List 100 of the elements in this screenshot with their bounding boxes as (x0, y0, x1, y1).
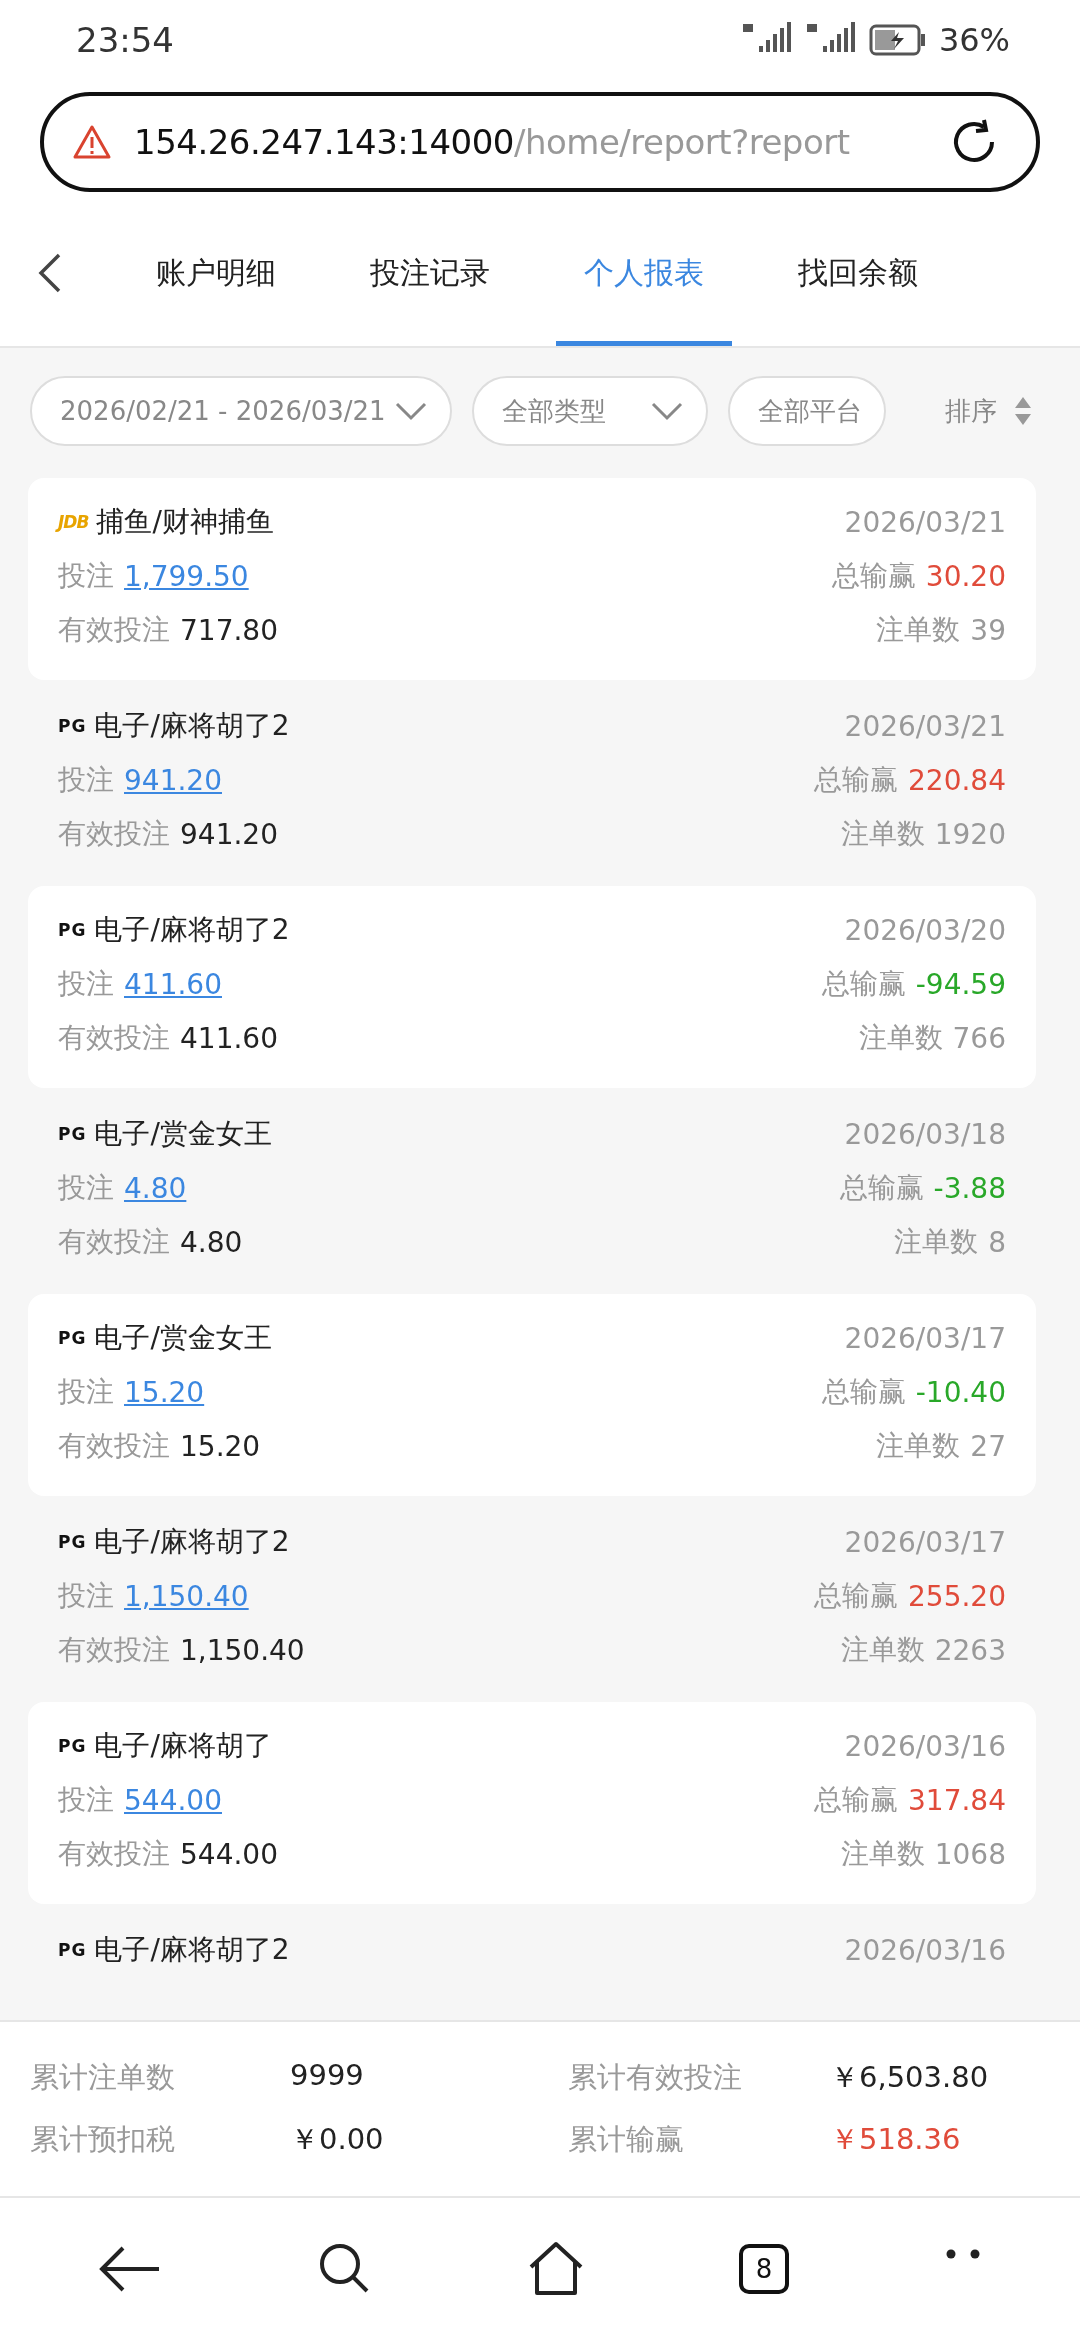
valid-bet-value: 1,150.40 (180, 1633, 305, 1667)
game-name: 电子/赏金女王 (94, 1116, 272, 1152)
summary-label: 累计输赢 (568, 2121, 685, 2158)
bet-count-label: 注单数 (840, 1632, 925, 1668)
bet-label: 投注 (58, 762, 114, 798)
result-label: 总输赢 (814, 762, 898, 798)
bet-count-label: 注单数 (876, 1428, 961, 1464)
bet-count-label: 注单数 (894, 1224, 979, 1260)
valid-bet-value: 941.20 (180, 817, 278, 851)
sort-icon (1013, 395, 1033, 427)
summary-value: 9999 (290, 2058, 365, 2094)
bet-count-value: 1920 (934, 817, 1006, 851)
bet-amount-link[interactable]: 544.00 (124, 1783, 222, 1817)
bet-label: 投注 (58, 1170, 114, 1206)
provider-logo: PG (58, 1124, 87, 1144)
game-name: 电子/麻将胡了2 (94, 1932, 290, 1968)
tab[interactable]: 找回余额 (770, 200, 946, 346)
game-name: 捕鱼/财神捕鱼 (96, 504, 274, 540)
tab[interactable]: 投注记录 (342, 200, 518, 346)
provider-logo: PG (58, 716, 87, 736)
type-dropdown[interactable]: 全部类型 (471, 376, 708, 446)
valid-bet-label: 有效投注 (58, 1836, 170, 1872)
result-value: 220.84 (908, 763, 1006, 797)
valid-bet-label: 有效投注 (58, 1020, 170, 1056)
provider-logo: PG (58, 920, 87, 940)
result-value: -3.88 (933, 1171, 1006, 1205)
tab[interactable]: 账户明细 (128, 200, 304, 346)
game-name: 电子/麻将胡了2 (94, 912, 290, 948)
game-name: 电子/麻将胡了2 (94, 1524, 290, 1560)
summary-value: ￥518.36 (830, 2121, 962, 2158)
bet-label: 投注 (58, 558, 114, 594)
valid-bet-value: 4.80 (180, 1225, 243, 1259)
valid-bet-label: 有效投注 (58, 612, 170, 648)
bet-label: 投注 (58, 1578, 114, 1614)
summary-label: 累计预扣税 (30, 2121, 176, 2158)
result-label: 总输赢 (821, 1374, 906, 1410)
tab-count-button[interactable]: 8 (739, 2244, 789, 2294)
record-date: 2026/03/16 (844, 1933, 1006, 1967)
valid-bet-label: 有效投注 (58, 1632, 170, 1668)
game-name: 电子/麻将胡了2 (94, 708, 290, 744)
bet-count-label: 注单数 (876, 612, 961, 648)
record-date: 2026/03/21 (844, 709, 1006, 743)
bet-amount-link[interactable]: 1,150.40 (124, 1579, 249, 1613)
battery-icon (868, 23, 927, 57)
back-icon[interactable] (37, 252, 63, 294)
result-value: -10.40 (915, 1375, 1006, 1409)
valid-bet-value: 15.20 (180, 1429, 261, 1463)
bet-count-label: 注单数 (840, 816, 925, 852)
valid-bet-value: 411.60 (180, 1021, 278, 1055)
valid-bet-label: 有效投注 (58, 816, 170, 852)
valid-bet-value: 717.80 (180, 613, 278, 647)
result-label: 总输赢 (839, 1170, 924, 1206)
chevron-down-icon (393, 401, 428, 421)
bet-count-label: 注单数 (840, 1836, 925, 1872)
summary-value: ￥6,503.80 (830, 2059, 990, 2096)
result-label: 总输赢 (831, 558, 916, 594)
bet-count-value: 766 (952, 1021, 1006, 1055)
bet-amount-link[interactable]: 941.20 (124, 763, 222, 797)
result-value: 30.20 (925, 559, 1006, 593)
result-label: 总输赢 (821, 966, 906, 1002)
bet-label: 投注 (58, 1782, 114, 1818)
bet-count-value: 27 (970, 1429, 1006, 1463)
bet-amount-link[interactable]: 1,799.50 (124, 559, 249, 593)
platform-dropdown[interactable]: 全部平台 (727, 376, 886, 446)
bet-count-value: 2263 (934, 1633, 1006, 1667)
provider-logo: PG (58, 1940, 87, 1960)
chevron-down-icon (649, 401, 684, 421)
status-time: 23:54 (76, 20, 174, 60)
record-date: 2026/03/18 (844, 1117, 1006, 1151)
game-name: 电子/麻将胡了 (94, 1728, 272, 1764)
bet-count-value: 8 (988, 1225, 1006, 1259)
summary-label: 累计有效投注 (568, 2059, 743, 2096)
valid-bet-label: 有效投注 (58, 1224, 170, 1260)
game-name: 电子/赏金女王 (94, 1320, 272, 1356)
address-bar[interactable]: 154.26.247.143:14000/home/report?report (40, 92, 1040, 192)
bet-amount-link[interactable]: 411.60 (124, 967, 222, 1001)
bet-amount-link[interactable]: 15.20 (124, 1375, 205, 1409)
result-label: 总输赢 (814, 1782, 898, 1818)
record-date: 2026/03/16 (844, 1729, 1006, 1763)
date-range-dropdown[interactable]: 2026/02/21 - 2026/03/21 (30, 376, 452, 446)
result-value: -94.59 (915, 967, 1006, 1001)
bet-amount-link[interactable]: 4.80 (124, 1171, 187, 1205)
record-date: 2026/03/20 (844, 913, 1006, 947)
url-text: 154.26.247.143:14000/home/report?report (134, 122, 851, 162)
warning-icon (72, 124, 112, 160)
valid-bet-value: 544.00 (180, 1837, 278, 1871)
bet-count-label: 注单数 (858, 1020, 943, 1056)
bet-label: 投注 (58, 966, 114, 1002)
sort-button[interactable]: 排序 (945, 393, 1033, 429)
summary-label: 累计注单数 (30, 2059, 176, 2096)
result-label: 总输赢 (814, 1578, 898, 1614)
record-date: 2026/03/17 (844, 1525, 1006, 1559)
bet-count-value: 39 (970, 613, 1006, 647)
bet-label: 投注 (58, 1374, 114, 1410)
provider-logo: PG (58, 1532, 87, 1552)
summary-value: ￥0.00 (290, 2121, 385, 2158)
bet-count-value: 1068 (934, 1837, 1006, 1871)
home-icon[interactable] (527, 2241, 585, 2297)
battery-level: 36% (938, 21, 1010, 59)
record-date: 2026/03/17 (844, 1321, 1006, 1355)
